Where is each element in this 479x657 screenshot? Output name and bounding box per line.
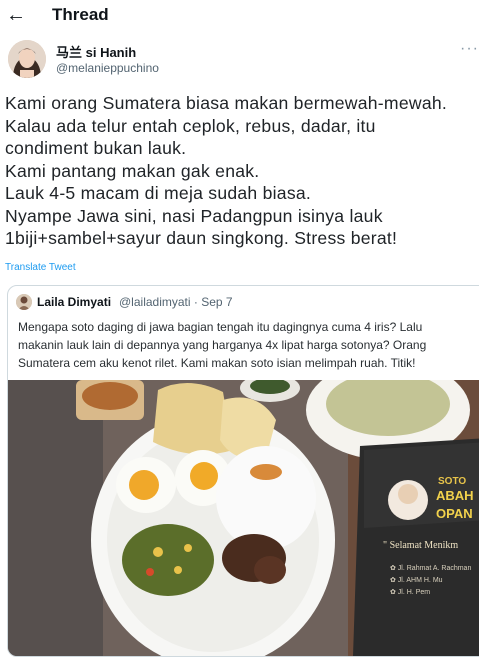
top-bar: ← Thread	[0, 0, 479, 32]
quote-line: makanin lauk lain di depannya yang harga…	[18, 338, 427, 352]
quote-author-name[interactable]: Laila Dimyati	[37, 295, 111, 309]
translate-tweet-link[interactable]: Translate Tweet	[5, 262, 76, 273]
quote-avatar[interactable]	[16, 294, 32, 310]
tweet-line: Kalau ada telur entah ceplok, rebus, dad…	[5, 115, 376, 136]
tweet-line: Kami pantang makan gak enak.	[5, 160, 260, 181]
tweet-text: Kami orang Sumatera biasa makan bermewah…	[5, 92, 479, 250]
box-brand-name: ABAH	[436, 488, 474, 503]
quote-author-meta[interactable]: @lailadimyati · Sep 7	[119, 295, 233, 309]
tweet-line: Lauk 4-5 macam di meja sudah biasa.	[5, 183, 312, 203]
author-name[interactable]: 马兰 si Hanih	[56, 42, 136, 61]
food-photo[interactable]: SOTO ABAH OPAN " Selamat Menikm ✿ Jl. Ra…	[8, 360, 479, 656]
quoted-tweet[interactable]: Laila Dimyati @lailadimyati · Sep 7 Meng…	[7, 285, 479, 657]
quote-line: Sumatera cem aku kenot rilet. Kami makan…	[18, 356, 416, 370]
avatar[interactable]	[8, 40, 46, 78]
box-brand-name2: OPAN	[436, 506, 473, 521]
quote-date: · Sep 7	[193, 295, 233, 309]
box-address-line: ✿ Jl. AHM H. Mu	[390, 577, 443, 584]
food-photo-illustration: SOTO ABAH OPAN " Selamat Menikm ✿ Jl. Ra…	[8, 360, 479, 656]
box-address-line: ✿ Jl. Rahmat A. Rachman	[390, 565, 471, 572]
box-tagline: " Selamat Menikm	[383, 540, 458, 551]
box-brand-top: SOTO	[438, 476, 466, 487]
author-handle[interactable]: @melanieppuchino	[56, 61, 159, 75]
more-dots-icon[interactable]: ···	[460, 40, 479, 58]
box-address-line: ✿ Jl. H. Pem	[390, 589, 430, 596]
tweet-line: Kami orang Sumatera biasa makan bermewah…	[5, 93, 448, 113]
tweet-line: condiment bukan lauk.	[5, 138, 187, 158]
arrow-left-icon[interactable]: ←	[6, 3, 26, 27]
quote-line: Mengapa soto daging di jawa bagian tenga…	[18, 320, 423, 334]
tweet-line: 1biji+sambel+sayur daun singkong. Stress…	[5, 228, 398, 248]
page-title: Thread	[52, 5, 109, 24]
quote-author-handle: @lailadimyati	[119, 295, 191, 309]
quote-text: Mengapa soto daging di jawa bagian tenga…	[18, 318, 478, 372]
tweet-line: Nyampe Jawa sini, nasi Padangpun isinya …	[5, 205, 383, 226]
